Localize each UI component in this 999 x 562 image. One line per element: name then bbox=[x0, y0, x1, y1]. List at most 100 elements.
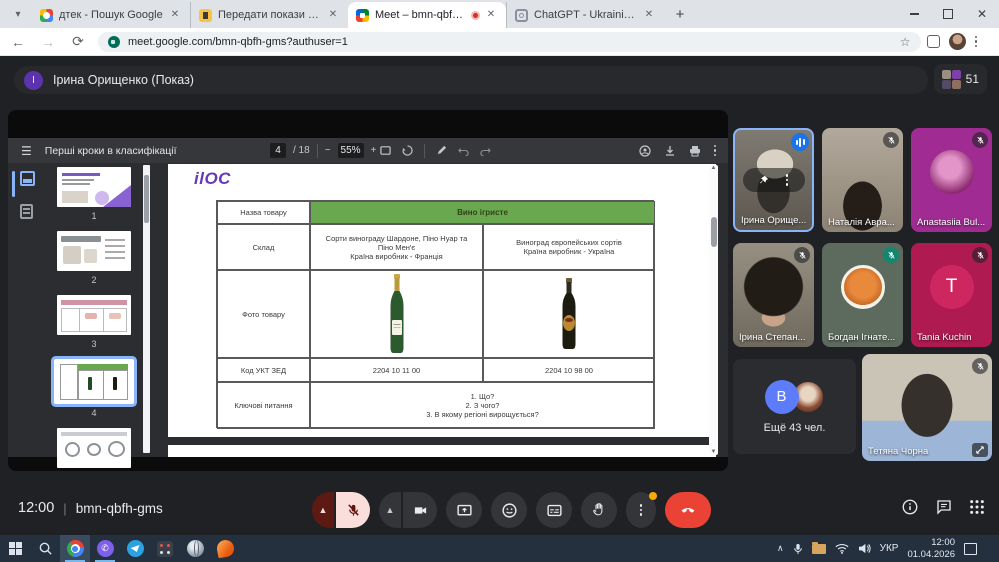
tab-close-icon[interactable]: ✕ bbox=[484, 8, 498, 22]
zoom-level[interactable]: 55% bbox=[338, 143, 364, 158]
presenter-avatar: І bbox=[24, 71, 43, 90]
tab-close-icon[interactable]: ✕ bbox=[642, 8, 656, 22]
thumbnail-page-4-selected[interactable] bbox=[54, 359, 134, 404]
tab-close-icon[interactable]: ✕ bbox=[326, 8, 340, 22]
end-call-button[interactable] bbox=[665, 492, 711, 528]
slide-logo: ilOC bbox=[194, 169, 231, 189]
captions-button[interactable] bbox=[536, 492, 572, 528]
participant-tile-tania[interactable]: T Tania Kuchin bbox=[911, 243, 992, 347]
search-button[interactable] bbox=[30, 535, 60, 562]
tab-google-search[interactable]: дтек - Пошук Google ✕ bbox=[32, 2, 190, 28]
meeting-details-button[interactable] bbox=[901, 498, 919, 521]
close-window-button[interactable]: ✕ bbox=[965, 0, 999, 28]
tray-clock[interactable]: 12:00 01.04.2026 bbox=[907, 537, 955, 561]
pdf-menu-icon[interactable]: ☰ bbox=[21, 144, 32, 158]
taskbar-viber[interactable]: ✆ bbox=[90, 535, 120, 562]
minimize-button[interactable] bbox=[897, 0, 931, 28]
bookmark-star-icon[interactable]: ☆ bbox=[900, 35, 911, 49]
address-bar[interactable]: meet.google.com/bmn-qbfh-gms?authuser=1 … bbox=[98, 32, 921, 52]
tray-mic-icon[interactable] bbox=[793, 543, 803, 555]
tile-more-icon[interactable] bbox=[786, 174, 789, 186]
wifi-icon[interactable] bbox=[835, 543, 849, 554]
new-tab-button[interactable]: + bbox=[668, 2, 692, 26]
language-indicator[interactable]: УКР bbox=[880, 543, 899, 554]
download-icon[interactable] bbox=[664, 145, 676, 157]
maximize-button[interactable] bbox=[931, 0, 965, 28]
tab-close-icon[interactable]: ✕ bbox=[168, 8, 182, 22]
reactions-button[interactable] bbox=[491, 492, 527, 528]
thumbnail-page-3[interactable] bbox=[57, 295, 131, 335]
fit-page-icon[interactable] bbox=[380, 145, 391, 156]
zoom-in-button[interactable]: + bbox=[371, 145, 377, 156]
pdf-more-icon[interactable] bbox=[714, 145, 717, 157]
activities-grid-button[interactable] bbox=[969, 499, 985, 520]
zoom-out-button[interactable]: − bbox=[325, 145, 331, 156]
call-controls: ▲ ▲ bbox=[312, 492, 711, 528]
camera-options-chevron[interactable]: ▲ bbox=[379, 492, 401, 528]
participant-tile-natalia[interactable]: Наталія Авра... bbox=[822, 128, 903, 232]
champagne-bottle-france-image bbox=[310, 270, 483, 358]
annotate-pen-icon[interactable] bbox=[436, 145, 447, 156]
overflow-participants-tile[interactable]: B Ещё 43 чел. bbox=[733, 359, 856, 454]
volume-icon[interactable] bbox=[858, 543, 871, 554]
undo-icon[interactable] bbox=[458, 145, 469, 156]
thumbnails-view-icon[interactable] bbox=[20, 171, 35, 186]
taskbar-telegram[interactable] bbox=[120, 535, 150, 562]
taskbar-chrome[interactable] bbox=[60, 535, 90, 562]
chat-button[interactable] bbox=[935, 498, 953, 521]
shared-screen-tile[interactable]: ☰ Перші кроки в класифікації 4 / 18 − 55… bbox=[8, 110, 728, 471]
tab-chatgpt[interactable]: ChatGPT - Ukrainian Voice ✕ bbox=[506, 2, 664, 28]
participant-count: 51 bbox=[966, 72, 979, 86]
thumbnail-page-1[interactable] bbox=[57, 167, 131, 207]
tab-meter-readings[interactable]: Передати покази лічильника ✕ bbox=[190, 2, 348, 28]
browser-menu-icon[interactable] bbox=[975, 36, 978, 48]
taskbar-ledger-app[interactable] bbox=[150, 535, 180, 562]
profile-avatar[interactable] bbox=[949, 33, 966, 50]
thumbnail-page-2[interactable] bbox=[57, 231, 131, 271]
reload-button[interactable]: ⟳ bbox=[66, 30, 90, 54]
thumbnail-page-5[interactable] bbox=[57, 428, 131, 468]
presentation-mode-icon[interactable] bbox=[639, 145, 651, 157]
rotate-icon[interactable] bbox=[402, 145, 413, 156]
browser-tab-strip: ▾ дтек - Пошук Google ✕ Передати покази … bbox=[0, 0, 999, 28]
forward-button[interactable]: → bbox=[36, 30, 60, 54]
participant-tile-iryna-stepan[interactable]: Ірина Степан... bbox=[733, 243, 814, 347]
tab-title: ChatGPT - Ukrainian Voice bbox=[534, 9, 638, 21]
table-cell-product-name: Вино ігристе bbox=[310, 201, 655, 224]
participant-tile-anastasiia[interactable]: Anastasiia Bul... bbox=[911, 128, 992, 232]
participant-tile-iryna-oryshchenko[interactable]: Ірина Орище... bbox=[733, 128, 814, 232]
pin-icon[interactable] bbox=[759, 175, 769, 185]
sidebar-active-indicator bbox=[12, 171, 15, 197]
table-cell-composition-ua: Виноград європейських сортів Країна виро… bbox=[483, 224, 655, 270]
participant-tile-bohdan[interactable]: Богдан Ігнате... bbox=[822, 243, 903, 347]
tray-expand-icon[interactable]: ∧ bbox=[777, 543, 784, 554]
expand-tile-icon[interactable] bbox=[972, 443, 988, 457]
raise-hand-button[interactable] bbox=[581, 492, 617, 528]
windows-logo-icon bbox=[9, 542, 22, 555]
tab-meet-active[interactable]: Meet – bmn-qbfh-gms ✕ bbox=[348, 2, 506, 28]
thumbnail-scrollbar[interactable] bbox=[143, 165, 150, 453]
back-button[interactable]: ← bbox=[6, 30, 30, 54]
taskbar-browser-globe[interactable] bbox=[180, 535, 210, 562]
taskbar-fox-app[interactable] bbox=[210, 535, 240, 562]
extensions-icon[interactable] bbox=[927, 35, 940, 48]
tray-folder-icon[interactable] bbox=[812, 544, 826, 554]
url-text[interactable]: meet.google.com/bmn-qbfh-gms?authuser=1 bbox=[128, 36, 348, 48]
pdf-scrollbar[interactable]: ▲▼ bbox=[709, 165, 718, 455]
camera-button[interactable] bbox=[403, 492, 437, 528]
start-button[interactable] bbox=[0, 535, 30, 562]
mic-options-chevron[interactable]: ▲ bbox=[312, 492, 334, 528]
participant-count-pill[interactable]: 51 bbox=[934, 64, 987, 94]
table-cell-label: Назва товару bbox=[217, 201, 310, 224]
participant-tile-tetiana[interactable]: Тетяна Чорна bbox=[862, 354, 992, 461]
print-icon[interactable] bbox=[689, 145, 701, 157]
present-screen-button[interactable] bbox=[446, 492, 482, 528]
divider bbox=[317, 144, 318, 158]
redo-icon[interactable] bbox=[480, 145, 491, 156]
document-outline-icon[interactable] bbox=[20, 204, 33, 219]
action-center-icon[interactable] bbox=[964, 543, 977, 555]
tab-search-chevron-icon[interactable]: ▾ bbox=[6, 2, 30, 26]
more-options-button[interactable] bbox=[626, 492, 656, 528]
page-number-input[interactable]: 4 bbox=[270, 143, 286, 158]
mic-mute-button[interactable] bbox=[336, 492, 370, 528]
